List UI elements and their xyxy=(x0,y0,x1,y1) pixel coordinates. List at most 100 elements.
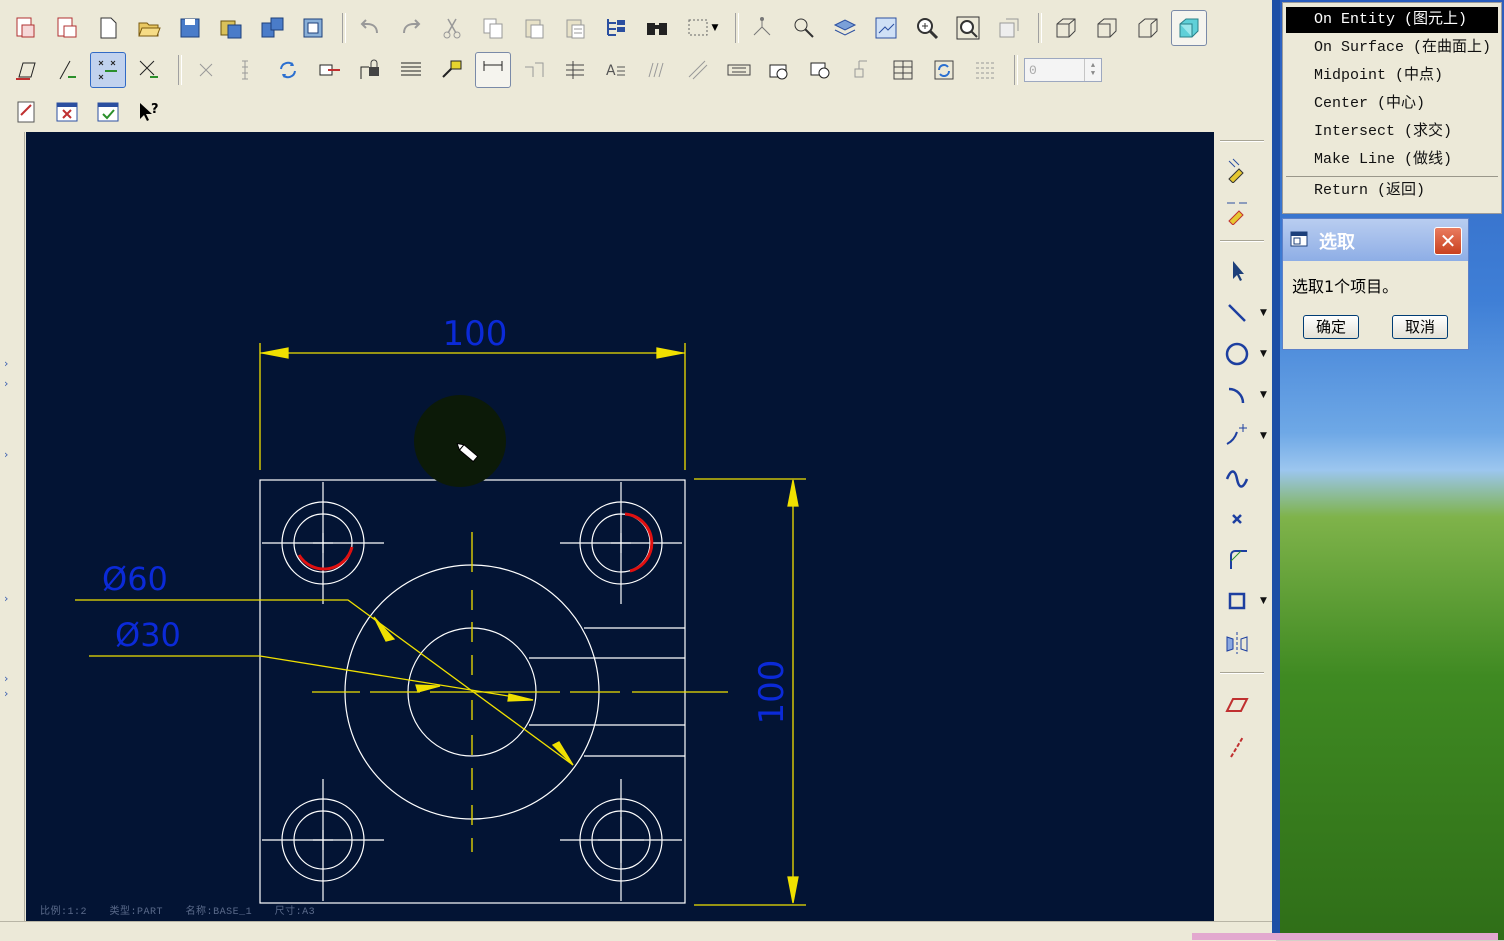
new-file-button[interactable] xyxy=(90,10,126,46)
front-view-button[interactable] xyxy=(1089,10,1125,46)
dimension-button[interactable] xyxy=(475,52,511,88)
expand-chevron-icon[interactable]: › xyxy=(4,377,8,390)
ok-button[interactable]: 确定 xyxy=(1303,315,1359,339)
move-view-button[interactable] xyxy=(844,52,880,88)
save-button[interactable] xyxy=(172,10,208,46)
cancel-button[interactable]: 取消 xyxy=(1392,315,1448,339)
line-button[interactable] xyxy=(1219,296,1255,330)
x-point-button[interactable] xyxy=(1219,502,1255,536)
copy-button[interactable] xyxy=(475,10,511,46)
rectangle-dropdown-icon[interactable]: ▼ xyxy=(1260,596,1267,606)
move-button[interactable] xyxy=(311,52,347,88)
draft-line-button[interactable] xyxy=(49,52,85,88)
whats-this-button[interactable]: ? xyxy=(131,94,167,130)
expand-chevron-icon[interactable]: › xyxy=(4,592,8,605)
new-annotation-button[interactable] xyxy=(1219,194,1255,228)
point-dropdown-icon[interactable]: ▼ xyxy=(1260,431,1267,441)
refresh-table-button[interactable] xyxy=(926,52,962,88)
fillet-button[interactable] xyxy=(1219,542,1255,576)
table-lines-button[interactable] xyxy=(885,52,921,88)
menu-item-intersect[interactable]: Intersect (求交) xyxy=(1286,119,1498,145)
dim-d60-text[interactable]: Ø60 xyxy=(102,560,168,598)
mirror-button[interactable] xyxy=(1219,626,1255,660)
select-arrow-button[interactable] xyxy=(1219,254,1255,288)
check-window-button[interactable] xyxy=(90,94,126,130)
spline-button[interactable] xyxy=(1219,462,1255,496)
save-copy-button[interactable] xyxy=(213,10,249,46)
dim-d30-text[interactable]: Ø30 xyxy=(115,616,181,654)
column-button[interactable] xyxy=(229,52,265,88)
spinner-arrows-icon[interactable]: ▲ ▼ xyxy=(1084,59,1101,81)
model-tree-button[interactable] xyxy=(598,10,634,46)
expand-chevron-icon[interactable]: › xyxy=(4,448,8,461)
undo-button[interactable] xyxy=(352,10,388,46)
dim-right-text[interactable]: 100 xyxy=(752,660,792,725)
expand-chevron-icon[interactable]: › xyxy=(4,357,8,370)
zoom-fit-button[interactable] xyxy=(950,10,986,46)
dim-top-text[interactable]: 100 xyxy=(443,314,508,354)
slash-edge-button[interactable] xyxy=(1219,730,1255,764)
slash-button[interactable] xyxy=(680,52,716,88)
intersect-button[interactable] xyxy=(131,52,167,88)
find-button[interactable] xyxy=(639,10,675,46)
expand-chevron-icon[interactable]: › xyxy=(4,672,8,685)
rectangle-button[interactable] xyxy=(1219,584,1255,618)
paste-button[interactable] xyxy=(516,10,552,46)
cut-button[interactable] xyxy=(434,10,470,46)
delete-button[interactable] xyxy=(188,52,224,88)
backup-button[interactable] xyxy=(295,10,331,46)
drawing-svg[interactable]: 100 100 Ø60 Ø30 xyxy=(26,132,1214,921)
shaded-view-button[interactable] xyxy=(1171,10,1207,46)
close-window-button[interactable] xyxy=(49,94,85,130)
dialog-title-bar[interactable]: 选取 ✕ xyxy=(1283,219,1468,261)
format-button[interactable] xyxy=(721,52,757,88)
orient-button[interactable] xyxy=(991,10,1027,46)
lock-button[interactable] xyxy=(352,52,388,88)
table-button[interactable] xyxy=(393,52,429,88)
menu-item-return[interactable]: Return (返回) xyxy=(1286,178,1498,204)
paste-special-button[interactable] xyxy=(557,10,593,46)
plot-in-button[interactable] xyxy=(8,10,44,46)
line-dropdown-icon[interactable]: ▼ xyxy=(1260,308,1267,318)
circle-dropdown-icon[interactable]: ▼ xyxy=(1260,349,1267,359)
view-b-button[interactable] xyxy=(803,52,839,88)
snap-button[interactable] xyxy=(90,52,126,88)
sheet-edit-button[interactable] xyxy=(8,94,44,130)
save-all-button[interactable] xyxy=(254,10,290,46)
text-button[interactable]: A xyxy=(598,52,634,88)
menu-item-on-surface[interactable]: On Surface (在曲面上) xyxy=(1286,35,1498,61)
layers-button[interactable] xyxy=(827,10,863,46)
regen-button[interactable] xyxy=(270,52,306,88)
select-box-button[interactable]: ▼ xyxy=(680,10,724,46)
sketch-tools-button[interactable] xyxy=(745,10,781,46)
menu-item-midpoint[interactable]: Midpoint (中点) xyxy=(1286,63,1498,89)
menu-item-on-entity[interactable]: On Entity (图元上) xyxy=(1286,7,1498,33)
magnet-button[interactable] xyxy=(786,10,822,46)
menu-item-center[interactable]: Center (中心) xyxy=(1286,91,1498,117)
highlight-button[interactable] xyxy=(434,52,470,88)
drawing-canvas[interactable]: 100 100 Ø60 Ø30 比例:1:2 类型:PART 名称:BASE_1… xyxy=(26,132,1214,921)
align-button[interactable] xyxy=(516,52,552,88)
show-annotations-button[interactable] xyxy=(1219,152,1255,186)
value-spinner[interactable]: 0 ▲ ▼ xyxy=(1024,58,1102,82)
redo-button[interactable] xyxy=(393,10,429,46)
view-window-button[interactable] xyxy=(868,10,904,46)
zoom-in-button[interactable] xyxy=(909,10,945,46)
arc-dropdown-icon[interactable]: ▼ xyxy=(1260,390,1267,400)
dialog-close-button[interactable]: ✕ xyxy=(1434,227,1462,255)
grid-button[interactable] xyxy=(557,52,593,88)
hatch-button[interactable] xyxy=(639,52,675,88)
erase-button[interactable] xyxy=(8,52,44,88)
arc-button[interactable] xyxy=(1219,378,1255,412)
plot-out-button[interactable] xyxy=(49,10,85,46)
menu-item-make-line[interactable]: Make Line (做线) xyxy=(1286,147,1498,173)
side-view-button[interactable] xyxy=(1130,10,1166,46)
view-a-button[interactable] xyxy=(762,52,798,88)
circle-button[interactable] xyxy=(1219,337,1255,371)
expand-chevron-icon[interactable]: › xyxy=(4,687,8,700)
point-button[interactable] xyxy=(1219,419,1255,453)
iso-view-button[interactable] xyxy=(1048,10,1084,46)
open-folder-button[interactable] xyxy=(131,10,167,46)
list-button[interactable] xyxy=(967,52,1003,88)
offset-button[interactable] xyxy=(1219,688,1255,722)
